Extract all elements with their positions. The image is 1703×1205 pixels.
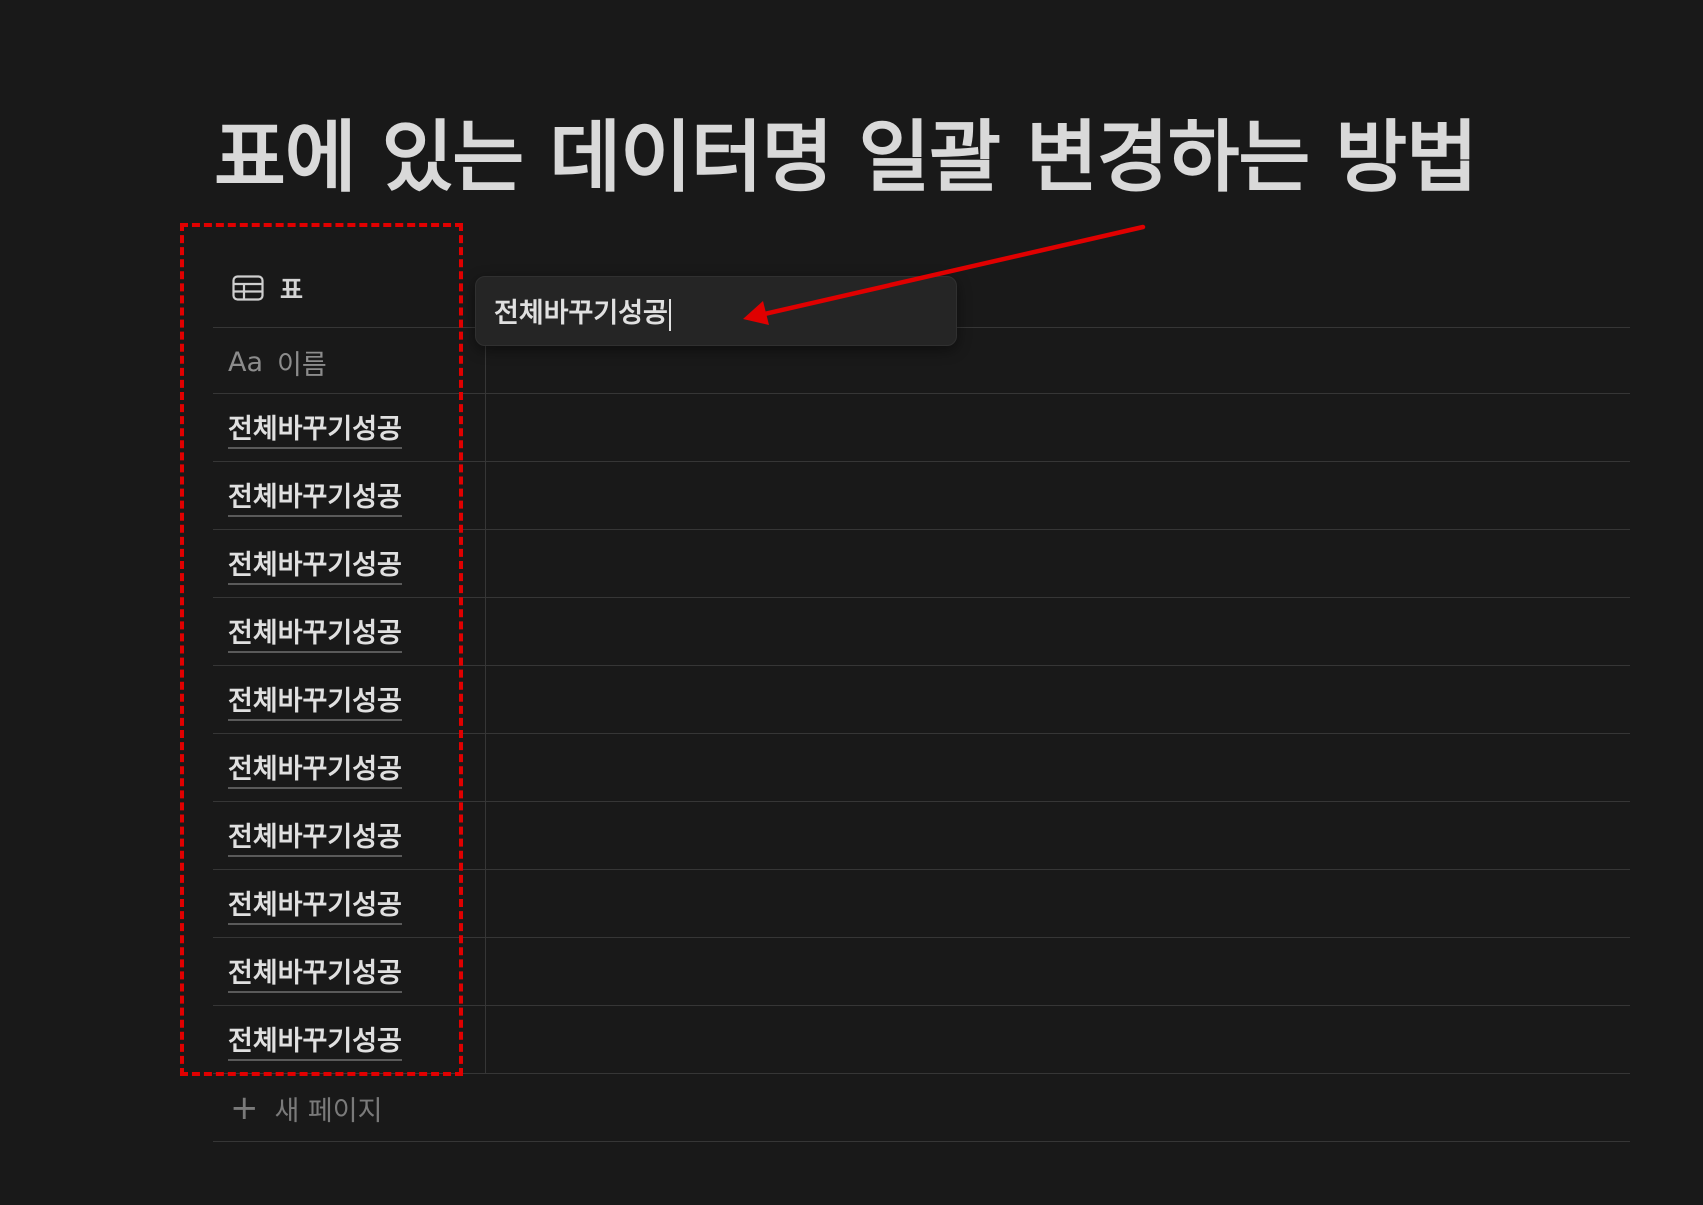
table-row-title[interactable]: 전체바꾸기성공	[228, 882, 402, 926]
row-divider	[213, 1005, 1630, 1006]
edit-cell-input[interactable]: 전체바꾸기성공	[494, 291, 671, 331]
row-divider	[213, 529, 1630, 530]
plus-icon: +	[230, 1088, 259, 1128]
table-row-title[interactable]: 전체바꾸기성공	[228, 746, 402, 790]
table-row-title[interactable]: 전체바꾸기성공	[228, 950, 402, 994]
edit-cell-value: 전체바꾸기성공	[494, 298, 668, 330]
column-divider	[485, 327, 486, 1074]
tab-table-view[interactable]: 표	[232, 270, 303, 306]
table-row-title[interactable]: 전체바꾸기성공	[228, 542, 402, 586]
row-divider	[213, 733, 1630, 734]
table-row-title[interactable]: 전체바꾸기성공	[228, 1018, 402, 1062]
row-divider	[213, 461, 1630, 462]
header-divider	[213, 393, 1630, 394]
aa-text-icon: Aa	[228, 346, 264, 378]
text-caret	[668, 298, 671, 331]
row-divider	[213, 937, 1630, 938]
column-header-name[interactable]: Aa 이름	[228, 340, 327, 384]
table-row-title[interactable]: 전체바꾸기성공	[228, 610, 402, 654]
row-divider	[213, 665, 1630, 666]
page-title: 표에 있는 데이터명 일괄 변경하는 방법	[214, 113, 1478, 203]
row-divider	[213, 1073, 1630, 1074]
edit-cell-popup[interactable]: 전체바꾸기성공	[475, 276, 957, 346]
tab-label: 표	[280, 275, 304, 304]
table-icon	[232, 275, 264, 301]
new-page-label: 새 페이지	[274, 1095, 383, 1127]
table-row-title[interactable]: 전체바꾸기성공	[228, 678, 402, 722]
new-page-divider	[213, 1141, 1630, 1142]
new-page-button[interactable]: + 새 페이지	[230, 1086, 382, 1130]
row-divider	[213, 869, 1630, 870]
table-row-title[interactable]: 전체바꾸기성공	[228, 406, 402, 450]
row-divider	[213, 597, 1630, 598]
row-divider	[213, 801, 1630, 802]
column-header-label: 이름	[277, 349, 327, 381]
table-row-title[interactable]: 전체바꾸기성공	[228, 814, 402, 858]
table-row-title[interactable]: 전체바꾸기성공	[228, 474, 402, 518]
